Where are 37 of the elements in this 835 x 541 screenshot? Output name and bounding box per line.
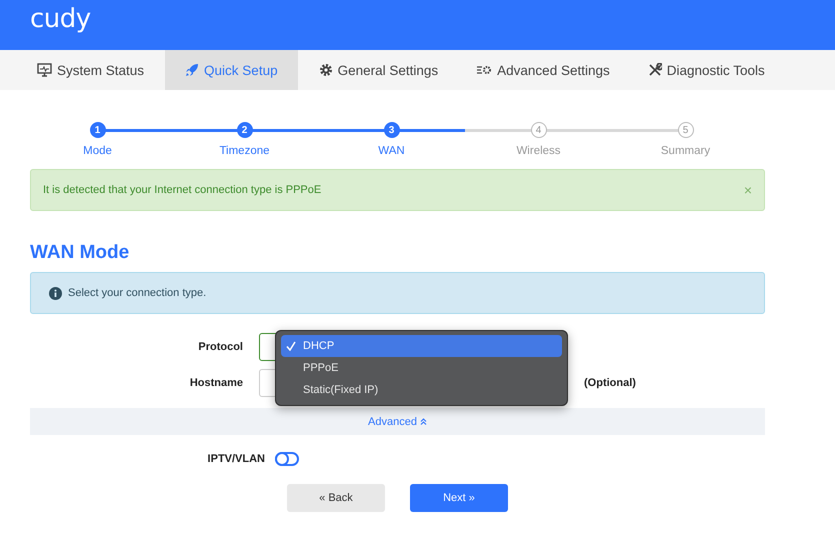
iptv-toggle[interactable] [275, 452, 299, 466]
dropdown-option[interactable]: DHCP [281, 335, 562, 357]
advanced-link[interactable]: Advanced [362, 414, 433, 428]
step-label: Summary [660, 145, 710, 157]
field-label: IPTV/VLAN [206, 453, 266, 465]
info-text: Select your connection type. [68, 287, 206, 299]
gear-icon [318, 63, 333, 77]
settings-icon [476, 64, 492, 76]
step-label: Timezone [219, 145, 270, 157]
dropdown-option[interactable]: Static(Fixed IP) [281, 379, 562, 401]
nav-tab[interactable]: General Settings [302, 50, 456, 90]
step-number: 3 [384, 122, 400, 138]
back-button[interactable]: « Back [287, 484, 385, 512]
step-number: 4 [530, 122, 546, 138]
monitor-icon [37, 63, 52, 77]
field-label: Hostname [188, 377, 244, 389]
logo: cudy [30, 4, 91, 34]
step-label: Mode [83, 145, 112, 157]
nav-tab[interactable]: Advanced Settings [459, 50, 627, 90]
nav-tab[interactable]: Quick Setup [165, 50, 298, 90]
field-label: Protocol [197, 341, 244, 353]
step-number: 1 [90, 122, 106, 138]
step-number: 5 [678, 122, 694, 138]
step-number: 2 [236, 122, 252, 138]
nav-tab[interactable]: Diagnostic Tools [630, 50, 782, 90]
step-label: Wireless [516, 145, 561, 157]
tools-icon [648, 63, 662, 77]
step-label: WAN [378, 145, 405, 157]
info-icon [49, 286, 62, 300]
check-icon [286, 341, 296, 351]
nav-tab[interactable]: System Status [20, 50, 162, 90]
dropdown-option[interactable]: PPPoE [281, 357, 562, 379]
alert-text: It is detected that your Internet connection type is PPPoE [43, 184, 322, 196]
next-button[interactable]: Next » [410, 484, 508, 512]
optional-hint: (Optional) [584, 377, 636, 389]
rocket-icon [185, 63, 200, 77]
section-title: WAN Mode [30, 242, 130, 264]
